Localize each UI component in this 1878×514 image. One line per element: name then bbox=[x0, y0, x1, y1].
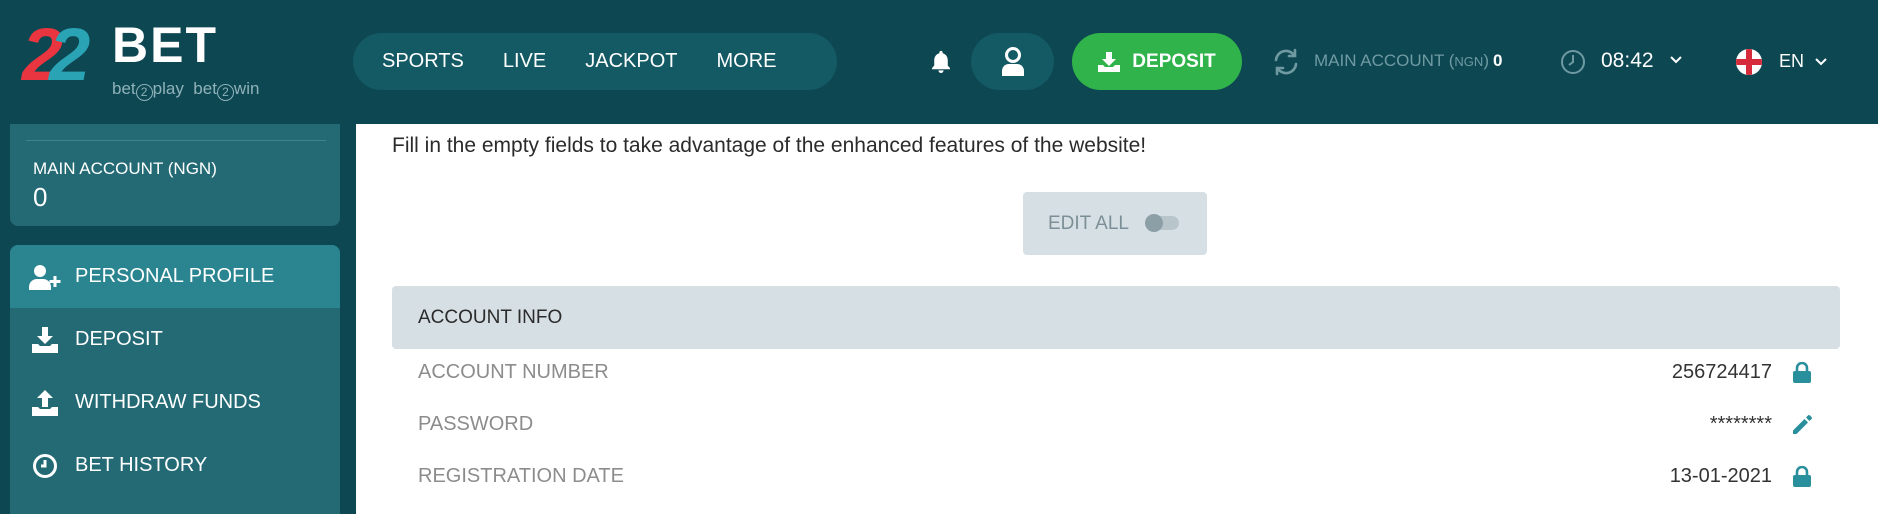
logo-tagline: bet 2 play bet 2 win bbox=[112, 79, 260, 101]
sidebar-account-balance: 0 bbox=[33, 182, 48, 212]
field-value: 256724417 bbox=[1671, 361, 1772, 383]
profile-content: Fill in the empty fields to take advanta… bbox=[356, 124, 1878, 514]
upload-icon bbox=[29, 387, 61, 419]
clock-icon bbox=[1559, 48, 1587, 76]
header-main-account: MAIN ACCOUNT (NGN) 0 bbox=[1314, 51, 1503, 70]
edit-all-button[interactable]: EDIT ALL bbox=[1023, 192, 1207, 255]
lock-icon bbox=[1790, 465, 1814, 489]
sidebar-item-label: DEPOSIT bbox=[75, 328, 163, 350]
add-user-icon bbox=[29, 261, 61, 293]
section-title: ACCOUNT INFO bbox=[418, 306, 563, 328]
nav-live[interactable]: LIVE bbox=[503, 50, 546, 73]
field-value: 13-01-2021 bbox=[1669, 465, 1772, 487]
sidebar-item-withdraw-funds[interactable]: WITHDRAW FUNDS bbox=[10, 371, 340, 434]
bell-icon[interactable] bbox=[927, 48, 955, 76]
download-icon bbox=[1098, 51, 1121, 72]
sidebar-item-label: BET HISTORY bbox=[75, 454, 208, 476]
intro-text: Fill in the empty fields to take advanta… bbox=[392, 134, 1147, 157]
header-account-balance: 0 bbox=[1492, 51, 1503, 70]
field-value: ******** bbox=[1709, 413, 1772, 435]
edit-all-toggle[interactable] bbox=[1145, 214, 1179, 232]
lock-icon bbox=[1790, 361, 1814, 385]
sidebar: MAIN ACCOUNT (NGN) 0 PERSONAL PROFILE DE… bbox=[0, 124, 356, 514]
sidebar-account-card: MAIN ACCOUNT (NGN) 0 bbox=[10, 124, 340, 226]
sidebar-item-personal-profile[interactable]: PERSONAL PROFILE bbox=[10, 245, 340, 308]
header-deposit-button[interactable]: DEPOSIT bbox=[1072, 33, 1242, 90]
logo-22: 22 bbox=[22, 13, 90, 96]
nav-sports[interactable]: SPORTS bbox=[382, 50, 464, 73]
row-account-number: ACCOUNT NUMBER 256724417 bbox=[392, 349, 1840, 401]
sidebar-menu: PERSONAL PROFILE DEPOSIT WITHDRAW FUNDS … bbox=[10, 245, 340, 514]
sidebar-item-deposit[interactable]: DEPOSIT bbox=[10, 308, 340, 371]
edit-all-label: EDIT ALL bbox=[1048, 212, 1129, 234]
user-icon bbox=[1001, 46, 1024, 76]
row-registration-date: REGISTRATION DATE 13-01-2021 bbox=[392, 453, 1840, 505]
sidebar-account-label: MAIN ACCOUNT (NGN) bbox=[33, 159, 217, 178]
divider bbox=[26, 140, 326, 141]
england-flag-icon[interactable] bbox=[1736, 49, 1762, 75]
download-icon bbox=[29, 324, 61, 356]
sidebar-item-bet-history[interactable]: BET HISTORY bbox=[10, 434, 340, 497]
sidebar-item-label: WITHDRAW FUNDS bbox=[75, 391, 261, 413]
field-label: REGISTRATION DATE bbox=[418, 465, 624, 487]
field-label: ACCOUNT NUMBER bbox=[418, 361, 609, 383]
field-label: PASSWORD bbox=[418, 413, 534, 435]
brand-logo[interactable]: 22 BET bet 2 play bet 2 win bbox=[18, 16, 288, 106]
user-profile-button[interactable] bbox=[971, 33, 1054, 90]
section-header-account-info: ACCOUNT INFO bbox=[392, 286, 1840, 349]
chevron-down-icon[interactable] bbox=[1669, 53, 1683, 67]
clock-icon bbox=[29, 450, 61, 482]
clock-time: 08:42 bbox=[1601, 49, 1654, 72]
chevron-down-icon[interactable] bbox=[1814, 55, 1828, 69]
top-header: 22 BET bet 2 play bet 2 win SPORTS LIVE JACK… bbox=[0, 0, 1878, 124]
language-selector[interactable]: EN bbox=[1779, 51, 1804, 72]
main-nav: SPORTS LIVE JACKPOT MORE bbox=[353, 33, 837, 90]
refresh-icon[interactable] bbox=[1270, 46, 1302, 78]
row-password: PASSWORD ******** bbox=[392, 401, 1840, 453]
nav-more[interactable]: MORE bbox=[716, 50, 776, 73]
pencil-icon[interactable] bbox=[1790, 413, 1814, 437]
nav-jackpot[interactable]: JACKPOT bbox=[585, 50, 677, 73]
logo-wordmark: BET bbox=[112, 17, 218, 73]
sidebar-item-label: PERSONAL PROFILE bbox=[75, 265, 275, 287]
